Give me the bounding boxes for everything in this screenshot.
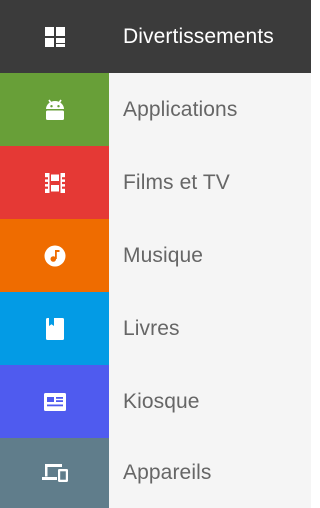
- menu-item-label: Livres: [123, 316, 180, 340]
- film-icon: [44, 172, 65, 193]
- menu-item-icon-tile: [0, 0, 109, 73]
- menu-item-applications[interactable]: Applications: [0, 73, 311, 146]
- menu-item-icon-tile: [0, 365, 109, 438]
- menu-item-appareils[interactable]: Appareils: [0, 438, 311, 508]
- menu-item-icon-tile: [0, 292, 109, 365]
- menu-item-label: Films et TV: [123, 170, 230, 194]
- newspaper-icon: [43, 392, 66, 411]
- android-icon: [43, 99, 67, 121]
- menu-item-livres[interactable]: Livres: [0, 292, 311, 365]
- music-note-icon: [44, 245, 66, 267]
- apps-grid-icon: [44, 26, 66, 48]
- menu-item-divertissements[interactable]: Divertissements: [0, 0, 311, 73]
- menu-item-icon-tile: [0, 219, 109, 292]
- menu-item-icon-tile: [0, 73, 109, 146]
- menu-item-label: Musique: [123, 243, 204, 267]
- menu-item-icon-tile: [0, 146, 109, 219]
- book-icon: [45, 317, 64, 340]
- play-store-navigation-menu: Divertissements Applications Films et TV…: [0, 0, 311, 508]
- menu-item-label: Kiosque: [123, 389, 200, 413]
- menu-item-musique[interactable]: Musique: [0, 219, 311, 292]
- menu-item-films-et-tv[interactable]: Films et TV: [0, 146, 311, 219]
- menu-item-label: Appareils: [123, 461, 212, 484]
- menu-item-label: Divertissements: [123, 24, 274, 48]
- menu-item-kiosque[interactable]: Kiosque: [0, 365, 311, 438]
- menu-item-icon-tile: [0, 438, 109, 508]
- menu-item-label: Applications: [123, 97, 238, 121]
- devices-icon: [41, 463, 68, 483]
